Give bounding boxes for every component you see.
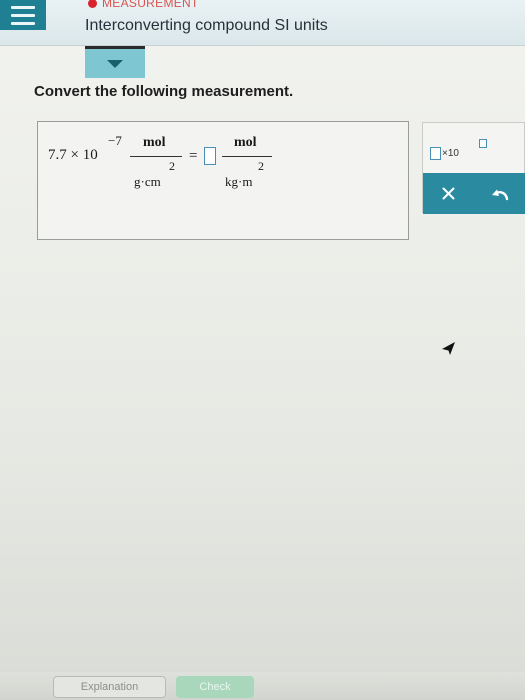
topic-category: MEASUREMENT [88,0,199,10]
topic-category-label: MEASUREMENT [102,0,199,10]
given-unit-denominator: g·cm [134,174,161,189]
scientific-notation-button[interactable]: ×10 [423,123,525,173]
given-value: 7.7 × 10 [48,147,98,163]
target-unit-denominator-exponent: 2 [258,159,264,173]
header: MEASUREMENT Interconverting compound SI … [0,0,525,46]
fraction-bar [130,156,182,157]
menu-icon-bar [11,21,35,25]
page-title: Interconverting compound SI units [85,17,328,34]
equals-sign: = [189,148,198,164]
status-dot-icon [88,0,97,8]
question-prompt: Convert the following measurement. [34,83,294,100]
target-unit-denominator: kg·m [225,174,253,189]
menu-icon-bar [11,13,35,17]
scientific-notation-label: ×10 [442,148,459,159]
mouse-cursor-icon [442,342,455,355]
close-icon [442,187,455,200]
target-unit-numerator: mol [234,135,257,150]
tool-action-row [423,173,525,214]
math-tool-panel: ×10 [422,122,525,214]
undo-button[interactable] [475,173,525,214]
answer-input[interactable] [204,147,216,165]
menu-button[interactable] [0,0,46,30]
given-unit-denominator-exponent: 2 [169,159,175,173]
given-unit-numerator: mol [143,135,166,150]
fraction-bar [222,156,272,157]
clear-button[interactable] [423,173,475,214]
check-button[interactable]: Check [176,676,254,698]
menu-icon-bar [11,5,35,9]
exponent-box-icon [479,139,487,148]
chevron-down-icon [107,59,123,68]
topic-dropdown-button[interactable] [85,46,145,78]
coefficient-box-icon [430,147,441,160]
explanation-button[interactable]: Explanation [53,676,166,698]
answer-area: 7.7 × 10 −7 mol 2 g·cm = mol 2 kg·m [37,121,409,240]
undo-icon [492,189,509,200]
given-exponent: −7 [108,133,122,148]
